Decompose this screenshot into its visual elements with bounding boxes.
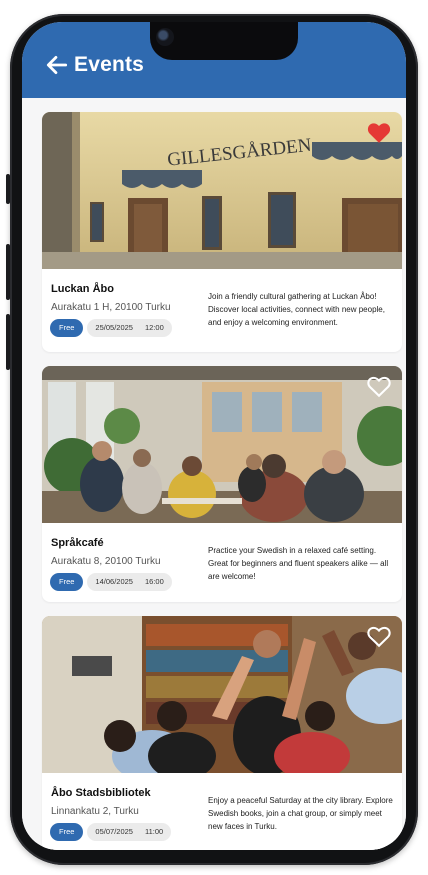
event-tags: Free 25/05/2025 12:00 bbox=[50, 319, 172, 337]
event-time: 11:00 bbox=[144, 827, 164, 836]
datetime-badge: 14/06/2025 16:00 bbox=[87, 573, 172, 591]
event-date: 05/07/2025 bbox=[95, 827, 133, 836]
page-title: Events bbox=[74, 53, 145, 76]
event-tags: Free 14/06/2025 16:00 bbox=[50, 573, 172, 591]
event-description: Join a friendly cultural gathering at Lu… bbox=[208, 292, 385, 327]
event-time: 12:00 bbox=[144, 323, 164, 332]
phone-screen: Events GILLESGÅRDEN Luckan Åbo Aurakatu … bbox=[22, 22, 406, 850]
datetime-badge: 25/05/2025 12:00 bbox=[87, 319, 172, 337]
event-date: 25/05/2025 bbox=[95, 323, 133, 332]
back-arrow-icon[interactable] bbox=[44, 52, 70, 78]
event-address: Linnankatu 2, Turku bbox=[51, 806, 139, 817]
event-description: Practice your Swedish in a relaxed café … bbox=[208, 546, 389, 581]
event-name: Språkcafé bbox=[51, 537, 104, 549]
volume-up-button bbox=[6, 244, 10, 300]
price-badge: Free bbox=[50, 823, 84, 841]
event-time: 16:00 bbox=[144, 577, 164, 586]
heart-outline-icon[interactable] bbox=[366, 624, 392, 648]
event-image-library bbox=[42, 616, 402, 773]
heart-outline-icon[interactable] bbox=[366, 374, 392, 398]
event-date: 14/06/2025 bbox=[95, 577, 133, 586]
event-image-cafe bbox=[42, 366, 402, 523]
event-name: Åbo Stadsbibliotek bbox=[51, 787, 151, 799]
volume-down-button bbox=[6, 314, 10, 370]
price-badge: Free bbox=[50, 319, 84, 337]
event-card[interactable]: GILLESGÅRDEN Luckan Åbo Aurakatu 1 H, 20… bbox=[42, 112, 402, 352]
datetime-badge: 05/07/2025 11:00 bbox=[87, 823, 172, 841]
event-tags: Free 05/07/2025 11:00 bbox=[50, 823, 172, 841]
event-name: Luckan Åbo bbox=[51, 283, 114, 295]
front-camera bbox=[156, 28, 174, 46]
event-address: Aurakatu 1 H, 20100 Turku bbox=[51, 302, 171, 313]
price-badge: Free bbox=[50, 573, 84, 591]
event-card[interactable]: Språkcafé Aurakatu 8, 20100 Turku Free 1… bbox=[42, 366, 402, 602]
event-card[interactable]: Åbo Stadsbibliotek Linnankatu 2, Turku F… bbox=[42, 616, 402, 850]
action-button bbox=[6, 174, 10, 204]
event-image-building: GILLESGÅRDEN bbox=[42, 112, 402, 269]
events-list[interactable]: GILLESGÅRDEN Luckan Åbo Aurakatu 1 H, 20… bbox=[22, 98, 406, 850]
event-address: Aurakatu 8, 20100 Turku bbox=[51, 556, 161, 567]
heart-filled-icon[interactable] bbox=[366, 120, 392, 144]
event-description: Enjoy a peaceful Saturday at the city li… bbox=[208, 796, 393, 831]
